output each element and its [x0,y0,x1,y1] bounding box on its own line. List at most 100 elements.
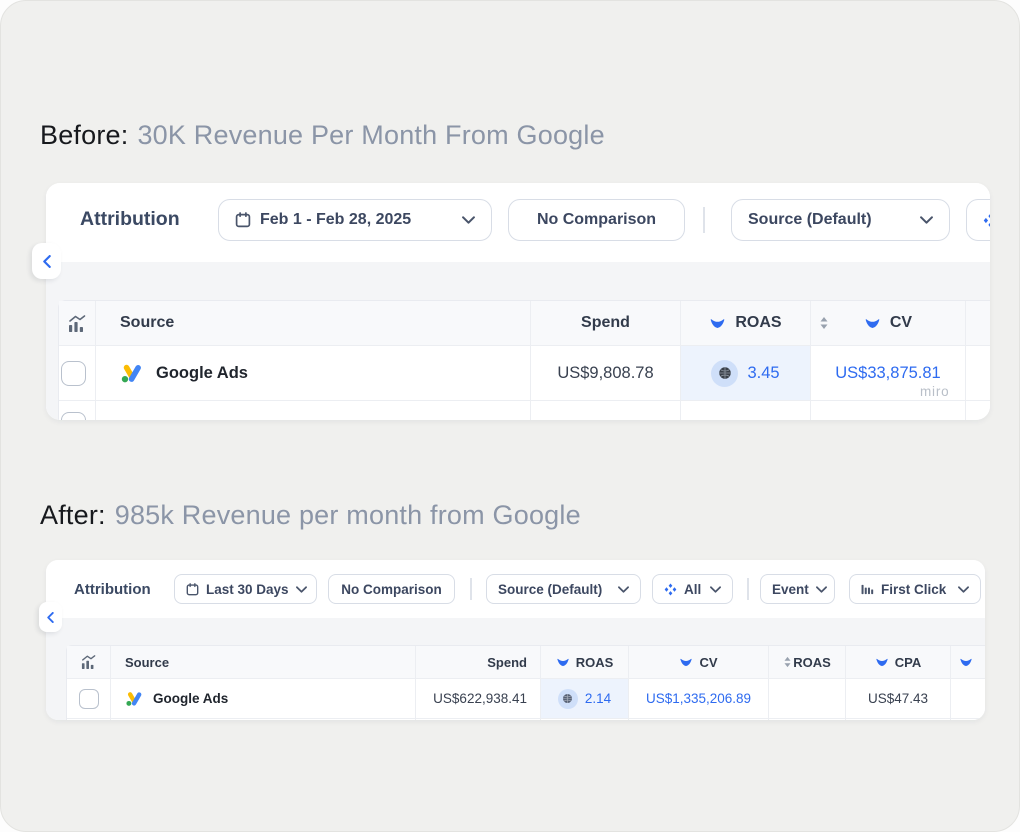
spend-column-header[interactable]: Spend [416,646,541,679]
select-cell [59,401,96,420]
chart-view-header[interactable] [67,646,111,679]
spend-cell: US$622,938.41 [416,679,541,719]
chevron-left-icon [47,612,54,623]
clipped-column-header [966,301,990,346]
source-breakdown-label: Source (Default) [498,582,611,597]
event-filter-label: Event [772,582,809,597]
date-range-button[interactable]: Feb 1 - Feb 28, 2025 [218,199,492,241]
select-cell [59,346,96,401]
chevron-down-icon [462,216,475,224]
toolbar: Attribution Last 30 Days No Comparison S… [46,560,985,618]
source-name: Google Ads [153,691,228,706]
table-row-partial [59,401,990,420]
toolbar-divider [470,578,472,600]
after-heading-prefix: After: [40,500,106,530]
spend-column-header[interactable]: Spend [531,301,681,346]
row-checkbox[interactable] [61,412,86,421]
cv-column-header[interactable]: CV [629,646,769,679]
date-range-label: Last 30 Days [206,582,289,597]
attribution-model-label: First Click [881,582,951,597]
roas-column-header[interactable]: ROAS [681,301,811,346]
before-heading-prefix: Before: [40,120,128,150]
chart-view-header[interactable] [59,301,96,346]
sort-icon[interactable] [819,316,829,330]
chart-icon [68,315,86,332]
cpa-cell [846,719,951,720]
source-name: Google Ads [156,364,248,383]
watermark: miro [920,384,949,399]
table-header-row: Source Spend ROAS CV [67,646,985,679]
histogram-icon [861,584,874,595]
cpa-value: US$47.43 [868,691,928,706]
roas-cell[interactable]: 3.45 [681,346,811,401]
diamond-grid-icon [983,213,990,228]
cpa-header-label: CPA [895,655,921,670]
cv-header-label: CV [890,314,912,332]
attribution-table: Source Spend ROAS [58,300,990,420]
before-attribution-panel: Attribution Feb 1 - Feb 28, 2025 No Comp… [46,183,990,420]
cv-cell [811,401,966,420]
page-title: Attribution [80,208,180,231]
cv-column-header[interactable]: CV [811,301,966,346]
clipped-column-header [951,646,985,679]
spend-value: US$622,938.41 [433,691,527,706]
clipped-cell [966,401,990,420]
cv-value: US$1,335,206.89 [646,691,751,706]
clipped-filter-button[interactable] [966,199,990,241]
roas-cell [541,719,629,720]
table-row-partial [67,719,985,720]
chevron-down-icon [816,586,827,593]
source-column-header[interactable]: Source [96,301,531,346]
roas-value: 3.45 [747,364,779,383]
sphere-icon [558,689,578,709]
table-header-row: Source Spend ROAS [59,301,990,346]
roas-sort-column-header[interactable]: ROAS [769,646,846,679]
before-heading-text: 30K Revenue Per Month From Google [137,120,604,150]
clipped-cell [966,346,990,401]
source-breakdown-button[interactable]: Source (Default) [731,199,950,241]
source-breakdown-button[interactable]: Source (Default) [486,574,641,604]
after-heading: After:985k Revenue per month from Google [40,500,581,531]
chevron-down-icon [920,216,933,224]
comparison-button[interactable]: No Comparison [508,199,685,241]
cpa-column-header[interactable]: CPA [846,646,951,679]
date-range-button[interactable]: Last 30 Days [174,574,317,604]
whale-filter-icon [959,657,973,667]
before-heading: Before: 30K Revenue Per Month From Google [40,120,605,151]
toolbar-divider [747,578,749,600]
comparison-label: No Comparison [341,582,442,597]
cpa-cell: US$47.43 [846,679,951,719]
attribution-model-button[interactable]: First Click [849,574,981,604]
source-column-header[interactable]: Source [111,646,416,679]
collapse-sidebar-button[interactable] [32,243,61,279]
source-cell [111,719,416,720]
whale-filter-icon [709,317,726,329]
row-checkbox[interactable] [79,689,99,709]
cv-cell[interactable]: US$1,335,206.89 [629,679,769,719]
source-header-label: Source [120,314,174,332]
spend-cell [416,719,541,720]
spend-value: US$9,808.78 [557,364,653,383]
row-checkbox[interactable] [61,361,86,386]
source-header-label: Source [125,655,169,670]
table-row: Google Ads US$9,808.78 3.45 US$33,875.81 [59,346,990,401]
roas-column-header[interactable]: ROAS [541,646,629,679]
chevron-down-icon [710,586,721,593]
select-cell [67,719,111,720]
spend-cell [531,401,681,420]
comparison-button[interactable]: No Comparison [328,574,455,604]
toolbar-divider [703,207,705,233]
collapse-sidebar-button[interactable] [39,602,62,632]
source-cell [96,401,531,420]
roas-header-label: ROAS [735,314,781,332]
attribution-table: Source Spend ROAS CV [66,645,985,720]
after-attribution-panel: Attribution Last 30 Days No Comparison S… [46,560,985,720]
spend-header-label: Spend [581,314,630,332]
roas-cell[interactable]: 2.14 [541,679,629,719]
chevron-down-icon [618,586,629,593]
channels-filter-button[interactable]: All [652,574,733,604]
sort-icon[interactable] [783,656,792,668]
chevron-down-icon [296,586,307,593]
comparison-label: No Comparison [537,211,656,229]
event-filter-button[interactable]: Event [760,574,835,604]
